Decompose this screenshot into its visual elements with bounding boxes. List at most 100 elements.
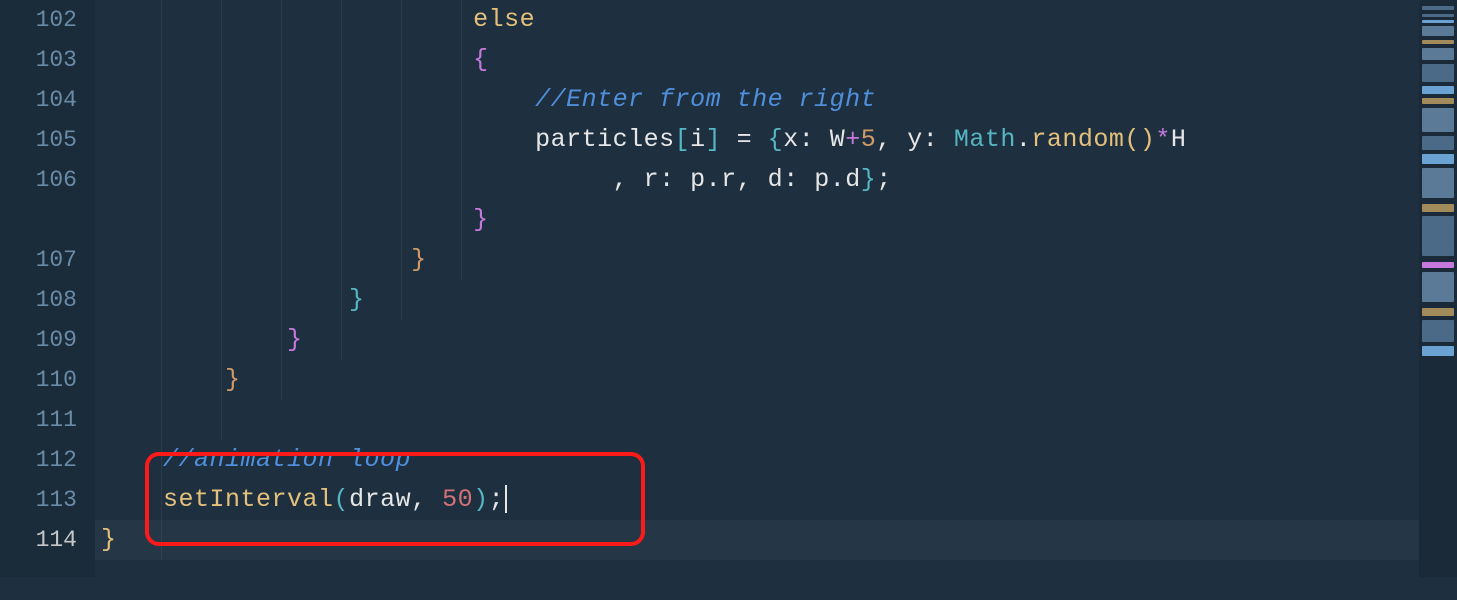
code-line-wrap[interactable]: , r: p.r, d: p.d};	[101, 160, 1419, 200]
code-line[interactable]: }	[101, 200, 1419, 240]
indent	[101, 365, 225, 394]
dot: .	[1016, 125, 1032, 154]
code-line[interactable]: }	[101, 320, 1419, 360]
brace-close: }	[411, 245, 427, 274]
code-line[interactable]: {	[101, 40, 1419, 80]
operator: *	[1155, 125, 1171, 154]
line-number: 112	[0, 440, 77, 480]
number: 50	[442, 485, 473, 514]
bracket: ]	[706, 125, 722, 154]
line-number-active: 114	[0, 520, 77, 560]
paren: ()	[1124, 125, 1155, 154]
func-setinterval: setInterval	[163, 485, 334, 514]
indent	[101, 45, 473, 74]
code-line[interactable]: }	[101, 360, 1419, 400]
minimap[interactable]	[1419, 0, 1457, 577]
comma: ,	[876, 125, 907, 154]
minimap-line	[1422, 20, 1454, 23]
minimap-line	[1422, 108, 1454, 132]
colon: :	[659, 165, 690, 194]
indent	[101, 245, 411, 274]
prop: r	[644, 165, 660, 194]
operator: +	[845, 125, 861, 154]
colon: :	[799, 125, 830, 154]
line-number: 107	[0, 240, 77, 280]
comment: //Enter from the right	[535, 85, 876, 114]
indent	[101, 85, 535, 114]
code-line[interactable]: //animation loop	[101, 440, 1419, 480]
minimap-line	[1422, 86, 1454, 94]
code-editor[interactable]: else { //Enter from the right particles[…	[95, 0, 1419, 577]
minimap-line	[1422, 168, 1454, 198]
indent	[101, 165, 613, 194]
identifier: p.d	[814, 165, 861, 194]
number: 5	[861, 125, 877, 154]
identifier: i	[690, 125, 706, 154]
line-number: 108	[0, 280, 77, 320]
indent	[101, 125, 535, 154]
minimap-line	[1422, 98, 1454, 104]
comment: //animation loop	[163, 445, 411, 474]
code-line-empty[interactable]	[101, 400, 1419, 440]
indent	[101, 285, 349, 314]
identifier: W	[830, 125, 846, 154]
minimap-line	[1422, 308, 1454, 316]
identifier: p.r	[690, 165, 737, 194]
brace-close: }	[473, 205, 489, 234]
brace-close: }	[101, 525, 117, 554]
line-number: 113	[0, 480, 77, 520]
operator: =	[721, 125, 768, 154]
minimap-line	[1422, 216, 1454, 256]
func-random: random	[1031, 125, 1124, 154]
code-line[interactable]: //Enter from the right	[101, 80, 1419, 120]
text-cursor	[505, 485, 507, 513]
code-line-active[interactable]: setInterval(draw, 50);	[101, 480, 1419, 520]
indent	[101, 445, 163, 474]
code-line[interactable]: else	[101, 0, 1419, 40]
minimap-line	[1422, 262, 1454, 268]
code-line[interactable]: }	[101, 520, 1419, 560]
minimap-line	[1422, 64, 1454, 82]
brace-close: }	[225, 365, 241, 394]
line-number: 105	[0, 120, 77, 160]
minimap-line	[1422, 346, 1454, 356]
minimap-line	[1422, 14, 1454, 17]
line-number: 104	[0, 80, 77, 120]
comma: ,	[613, 165, 644, 194]
code-line[interactable]: particles[i] = {x: W+5, y: Math.random()…	[101, 120, 1419, 160]
indent	[101, 5, 473, 34]
comma: ,	[411, 485, 442, 514]
minimap-line	[1422, 136, 1454, 150]
minimap-line	[1422, 40, 1454, 44]
paren: )	[473, 485, 489, 514]
line-number-gutter: 102 103 104 105 106 107 108 109 110 111 …	[0, 0, 95, 577]
class-math: Math	[954, 125, 1016, 154]
indent	[101, 205, 473, 234]
colon: :	[783, 165, 814, 194]
line-number: 102	[0, 0, 77, 40]
prop: d	[768, 165, 784, 194]
indent	[101, 325, 287, 354]
identifier: draw	[349, 485, 411, 514]
comma: ,	[737, 165, 768, 194]
line-number: 111	[0, 400, 77, 440]
brace-close: }	[287, 325, 303, 354]
semicolon: ;	[489, 485, 505, 514]
paren: (	[334, 485, 350, 514]
brace: }	[861, 165, 877, 194]
line-number: 109	[0, 320, 77, 360]
brace-open: {	[473, 45, 489, 74]
line-number	[0, 560, 77, 600]
prop: x	[783, 125, 799, 154]
code-line[interactable]: }	[101, 280, 1419, 320]
brace-close: }	[349, 285, 365, 314]
code-line[interactable]: }	[101, 240, 1419, 280]
minimap-line	[1422, 48, 1454, 60]
prop: y	[907, 125, 923, 154]
identifier: particles	[535, 125, 675, 154]
bracket: [	[675, 125, 691, 154]
brace: {	[768, 125, 784, 154]
keyword-else: else	[473, 5, 535, 34]
line-number: 106	[0, 160, 77, 240]
identifier: H	[1171, 125, 1187, 154]
